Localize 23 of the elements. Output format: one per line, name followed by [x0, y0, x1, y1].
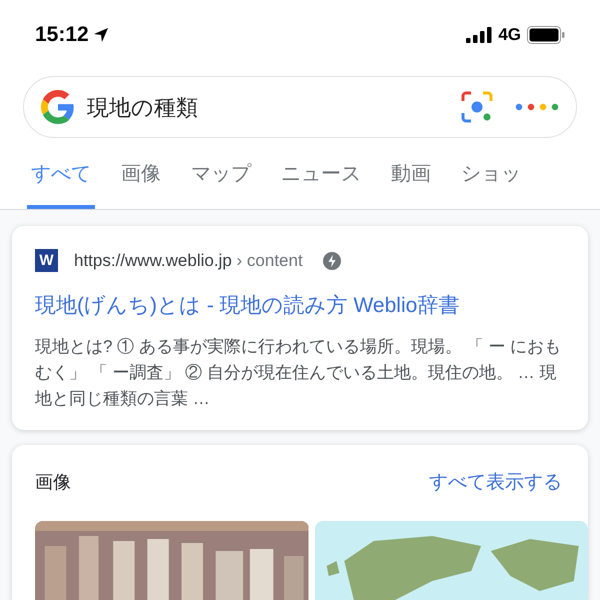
result-snippet: 現地とは? ① ある事が実際に行われている場所。現場。 「 ー におもむく」 「 ー調査」 ② 自分が現在住んでいる土地。現住の地。 … 現地と同じ種類の言葉 … [35, 336, 562, 410]
battery-icon [527, 26, 565, 44]
status-time: 15:12 [35, 22, 89, 48]
location-arrow-icon [92, 27, 109, 43]
network-type: 4G [498, 24, 521, 46]
search-tab[interactable]: 画像 [117, 159, 165, 209]
search-field[interactable]: 現地の種類 [23, 76, 577, 138]
site-favicon: W [35, 249, 58, 272]
search-tab[interactable]: ニュース [277, 159, 365, 209]
google-logo-icon [41, 90, 75, 124]
signal-icon [466, 27, 492, 43]
search-tab[interactable]: すべて [27, 159, 95, 209]
assistant-dots-icon[interactable] [515, 103, 559, 111]
search-query: 現地の種類 [87, 94, 199, 122]
result-title-link[interactable]: 現地(げんち)とは - 現地の読み方 Weblio辞書 [35, 292, 565, 320]
section-heading: 画像 [35, 471, 71, 494]
show-all-link[interactable]: すべて表示する [429, 468, 562, 497]
result-url: https://www.weblio.jp › content [74, 250, 303, 272]
lightning-icon [322, 252, 341, 270]
camera-lens-icon[interactable] [461, 91, 493, 123]
search-tab[interactable]: ショッ [457, 159, 525, 209]
search-tab[interactable]: マップ [187, 159, 255, 209]
search-tab[interactable]: 動画 [387, 159, 435, 209]
